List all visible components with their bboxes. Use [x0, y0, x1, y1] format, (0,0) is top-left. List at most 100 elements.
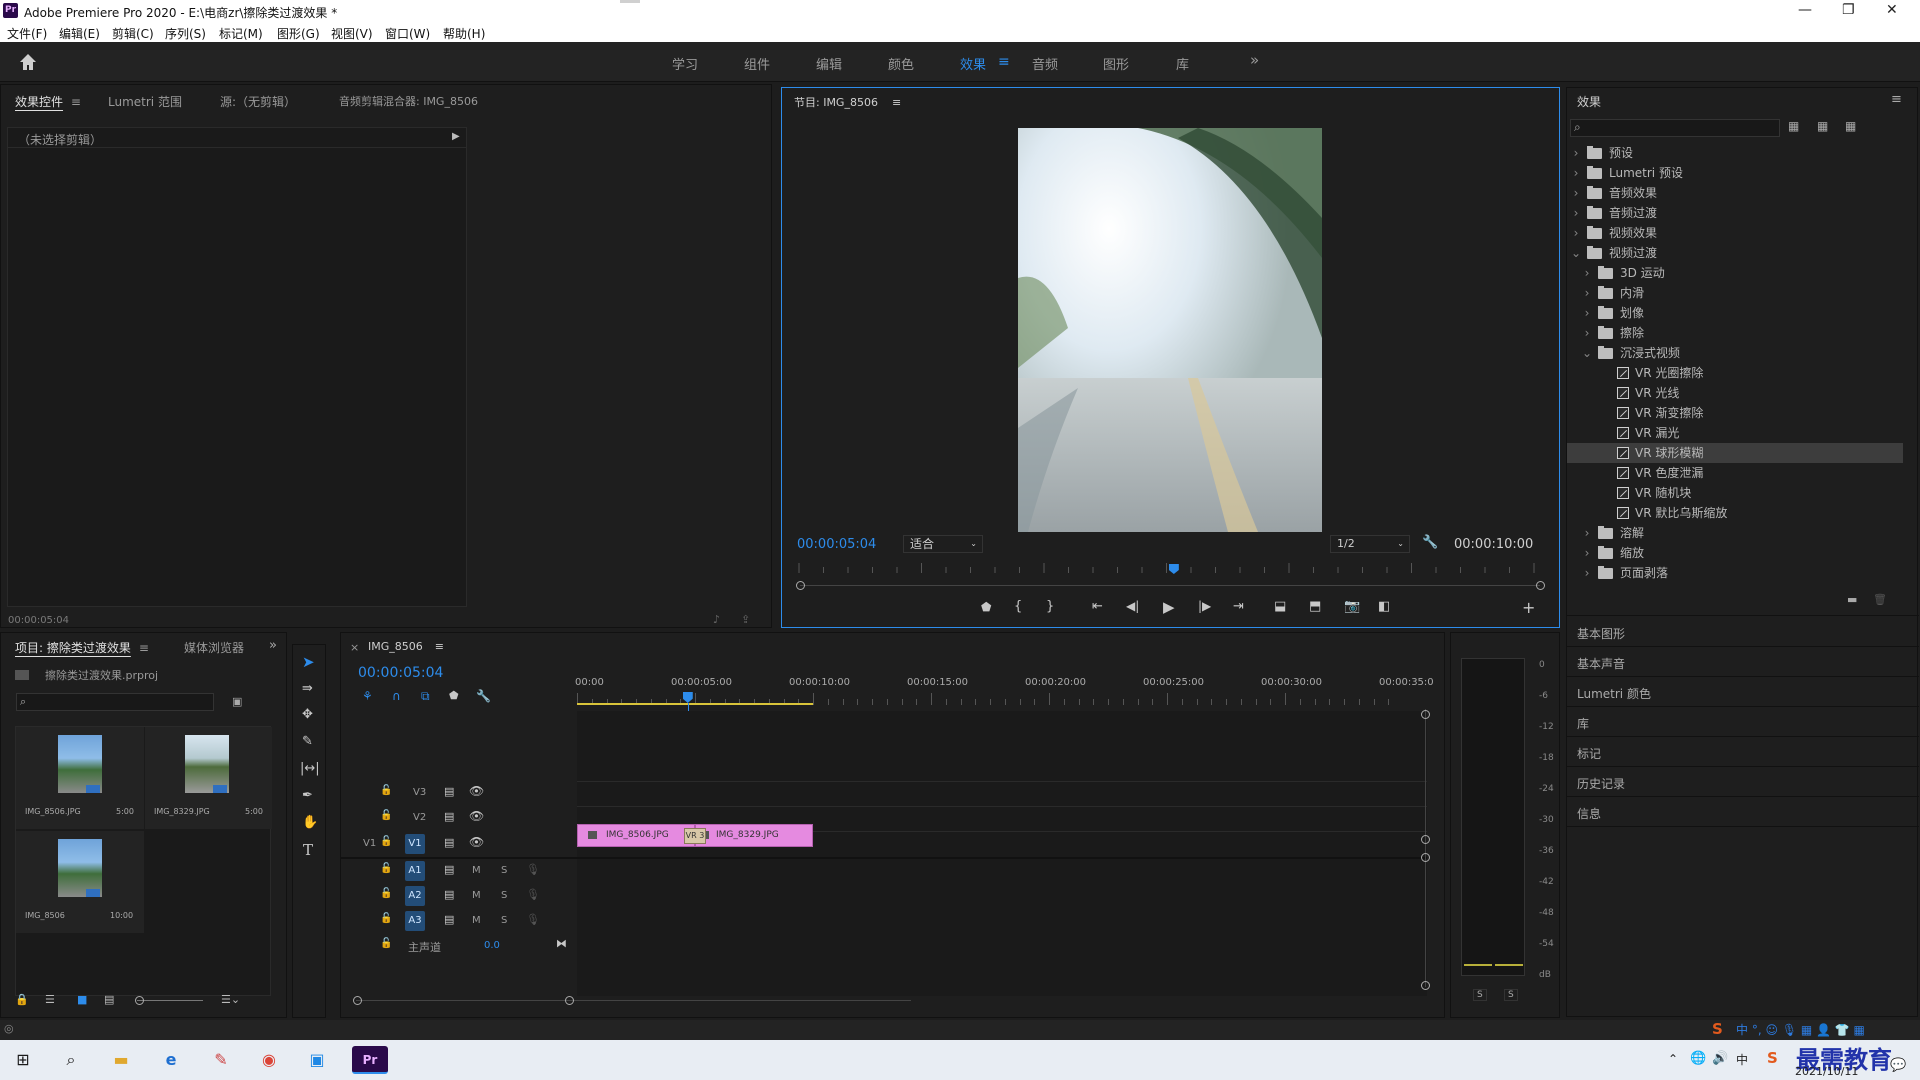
lock-track-icon[interactable]: 🔓 [380, 810, 392, 821]
effects-tree-item[interactable]: VR 随机块 [1567, 483, 1903, 503]
collapsed-panel-item[interactable]: 基本声音 [1567, 647, 1919, 677]
mute-button[interactable]: M [472, 890, 481, 901]
sequence-tab[interactable]: IMG_8506 ≡ [368, 640, 444, 653]
accelerated-effects-icon[interactable]: ▦ [1788, 119, 1799, 133]
resolution-dropdown[interactable]: 1/2 ⌄ [1330, 535, 1410, 553]
chevron-right-icon[interactable]: › [1582, 263, 1592, 283]
chevron-right-icon[interactable]: › [1582, 283, 1592, 303]
sync-lock-icon[interactable]: ▤ [444, 913, 454, 926]
lock-track-icon[interactable]: 🔓 [380, 785, 392, 796]
track-target-a1[interactable]: A1 [405, 861, 425, 881]
tab-source[interactable]: 源:（无剪辑） [220, 93, 296, 110]
go-to-out-icon[interactable]: ⇥ [1233, 599, 1244, 614]
effects-tree-item[interactable]: › 音频效果 [1567, 183, 1903, 203]
chevron-right-icon[interactable]: › [1582, 323, 1592, 343]
chrome-icon[interactable]: ◉ [254, 1046, 284, 1074]
chevron-right-icon[interactable]: › [1582, 303, 1592, 323]
collapsed-panel-item[interactable]: 库 [1567, 707, 1919, 737]
slip-tool-icon[interactable]: |↔| [300, 761, 320, 776]
new-bin-icon[interactable]: ▬ [1847, 593, 1857, 606]
effects-tree-item[interactable]: › 3D 运动 [1567, 263, 1903, 283]
effects-tree-item[interactable]: › 预设 [1567, 143, 1903, 163]
project-item[interactable]: IMG_8506.JPG 5:00 [16, 727, 144, 829]
mark-out-icon[interactable]: } [1046, 599, 1054, 614]
chevron-down-icon[interactable]: ⌄ [1582, 343, 1592, 363]
ime-toolbar-icons[interactable]: 中 °, ☺ 🎙 ▦ 👤 👕 ▦ [1736, 1021, 1865, 1038]
chevron-right-icon[interactable]: › [1571, 203, 1581, 223]
tab-audio-clip-mixer[interactable]: 音频剪辑混合器: IMG_8506 [339, 93, 478, 109]
effects-tree-item[interactable]: › 页面剥落 [1567, 563, 1903, 583]
tab-media-browser[interactable]: 媒体浏览器 [184, 639, 244, 656]
project-item[interactable]: IMG_8329.JPG 5:00 [144, 727, 272, 829]
close-sequence-icon[interactable]: × [350, 641, 359, 654]
project-item[interactable]: IMG_8506 10:00 [16, 831, 144, 933]
32bit-effects-icon[interactable]: ▦ [1817, 119, 1828, 133]
zoom-handle-right[interactable] [565, 996, 574, 1005]
tab-effect-controls[interactable]: 效果控件 ≡ [15, 93, 81, 110]
track-target-a2[interactable]: A2 [405, 886, 425, 906]
program-tab[interactable]: 节目: IMG_8506 ≡ [794, 94, 901, 110]
track-target-v1[interactable]: V1 [405, 834, 425, 854]
mark-in-icon[interactable]: { [1014, 599, 1022, 614]
step-forward-icon[interactable]: |▶ [1198, 599, 1211, 613]
zoom-bar[interactable] [800, 585, 1540, 586]
menu-window[interactable]: 窗口(W) [385, 25, 430, 42]
collapsed-panel-item[interactable]: 标记 [1567, 737, 1919, 767]
yuv-effects-icon[interactable]: ▦ [1845, 119, 1856, 133]
scroll-handle[interactable] [1421, 981, 1430, 990]
icon-view-icon[interactable]: ■ [77, 993, 87, 1006]
add-marker-timeline-icon[interactable]: ⬟ [449, 689, 459, 702]
effects-tree-item[interactable]: VR 色度泄漏 [1567, 463, 1903, 483]
scroll-handle[interactable] [1421, 835, 1430, 844]
filter-audio-icon[interactable]: ♪ [713, 613, 720, 626]
tab-libraries[interactable]: 库 [1176, 54, 1189, 73]
voice-record-icon[interactable]: 🎙 [526, 863, 540, 876]
zoom-handle-right[interactable] [1536, 581, 1545, 590]
collapsed-panel-item[interactable]: Lumetri 颜色 [1567, 677, 1919, 707]
lift-icon[interactable]: ⬓ [1274, 599, 1286, 614]
sync-lock-icon[interactable]: ▤ [444, 785, 454, 798]
lock-track-icon[interactable]: 🔓 [380, 913, 392, 924]
scroll-handle[interactable] [1421, 710, 1430, 719]
effects-tree-item[interactable]: › 划像 [1567, 303, 1903, 323]
more-panels-icon[interactable]: » [269, 638, 277, 653]
edge-icon[interactable]: e [156, 1046, 186, 1074]
export-frame-icon[interactable]: 📷 [1344, 599, 1360, 614]
effects-tree-item[interactable]: VR 默比乌斯缩放 [1567, 503, 1903, 523]
lock-track-icon[interactable]: 🔓 [380, 863, 392, 874]
effects-tree-item[interactable]: ⌄ 视频过渡 [1567, 243, 1903, 263]
hand-tool-icon[interactable]: ✋ [302, 815, 318, 830]
delete-icon[interactable]: 🗑 [1873, 593, 1887, 606]
solo-right-button[interactable]: S [1504, 989, 1518, 1001]
restore-icon[interactable]: ❐ [1842, 2, 1855, 18]
lock-track-icon[interactable]: 🔓 [380, 938, 392, 949]
ripple-edit-tool-icon[interactable]: ✥ [302, 707, 313, 722]
vr-transition[interactable]: VR 3 [684, 828, 706, 844]
button-editor-icon[interactable]: + [1522, 598, 1535, 617]
tab-lumetri-scopes[interactable]: Lumetri 范围 [108, 93, 182, 110]
menu-clip[interactable]: 剪辑(C) [112, 25, 154, 42]
sogou-ime-icon[interactable]: S [1712, 1020, 1723, 1038]
solo-left-button[interactable]: S [1473, 989, 1487, 1001]
nest-icon[interactable]: ⚘ [362, 689, 373, 703]
timeline-zoom-bar[interactable] [356, 1000, 911, 1001]
network-icon[interactable]: 🌐 [1690, 1051, 1706, 1066]
fit-dropdown[interactable]: 适合 ⌄ [903, 535, 983, 553]
program-timecode[interactable]: 00:00:05:04 [797, 537, 876, 552]
menu-view[interactable]: 视图(V) [331, 25, 373, 42]
zoom-handle-left[interactable] [796, 581, 805, 590]
effects-tree-item[interactable]: › 擦除 [1567, 323, 1903, 343]
lock-track-icon[interactable]: 🔓 [380, 888, 392, 899]
menu-graphics[interactable]: 图形(G) [277, 25, 320, 42]
eye-icon[interactable]: 👁 [469, 784, 484, 798]
notification-icon[interactable]: 💬 [1890, 1058, 1906, 1073]
step-back-icon[interactable]: ◀| [1126, 599, 1139, 613]
zoom-slider[interactable] [137, 1000, 203, 1001]
lock-track-icon[interactable]: 🔓 [380, 836, 392, 847]
eye-icon[interactable]: 👁 [469, 835, 484, 849]
menu-file[interactable]: 文件(F) [7, 25, 47, 42]
scroll-handle[interactable] [1421, 853, 1430, 862]
paint-app-icon[interactable]: ✎ [206, 1046, 236, 1074]
zoom-handle-left[interactable] [353, 996, 362, 1005]
sync-lock-icon[interactable]: ▤ [444, 863, 454, 876]
